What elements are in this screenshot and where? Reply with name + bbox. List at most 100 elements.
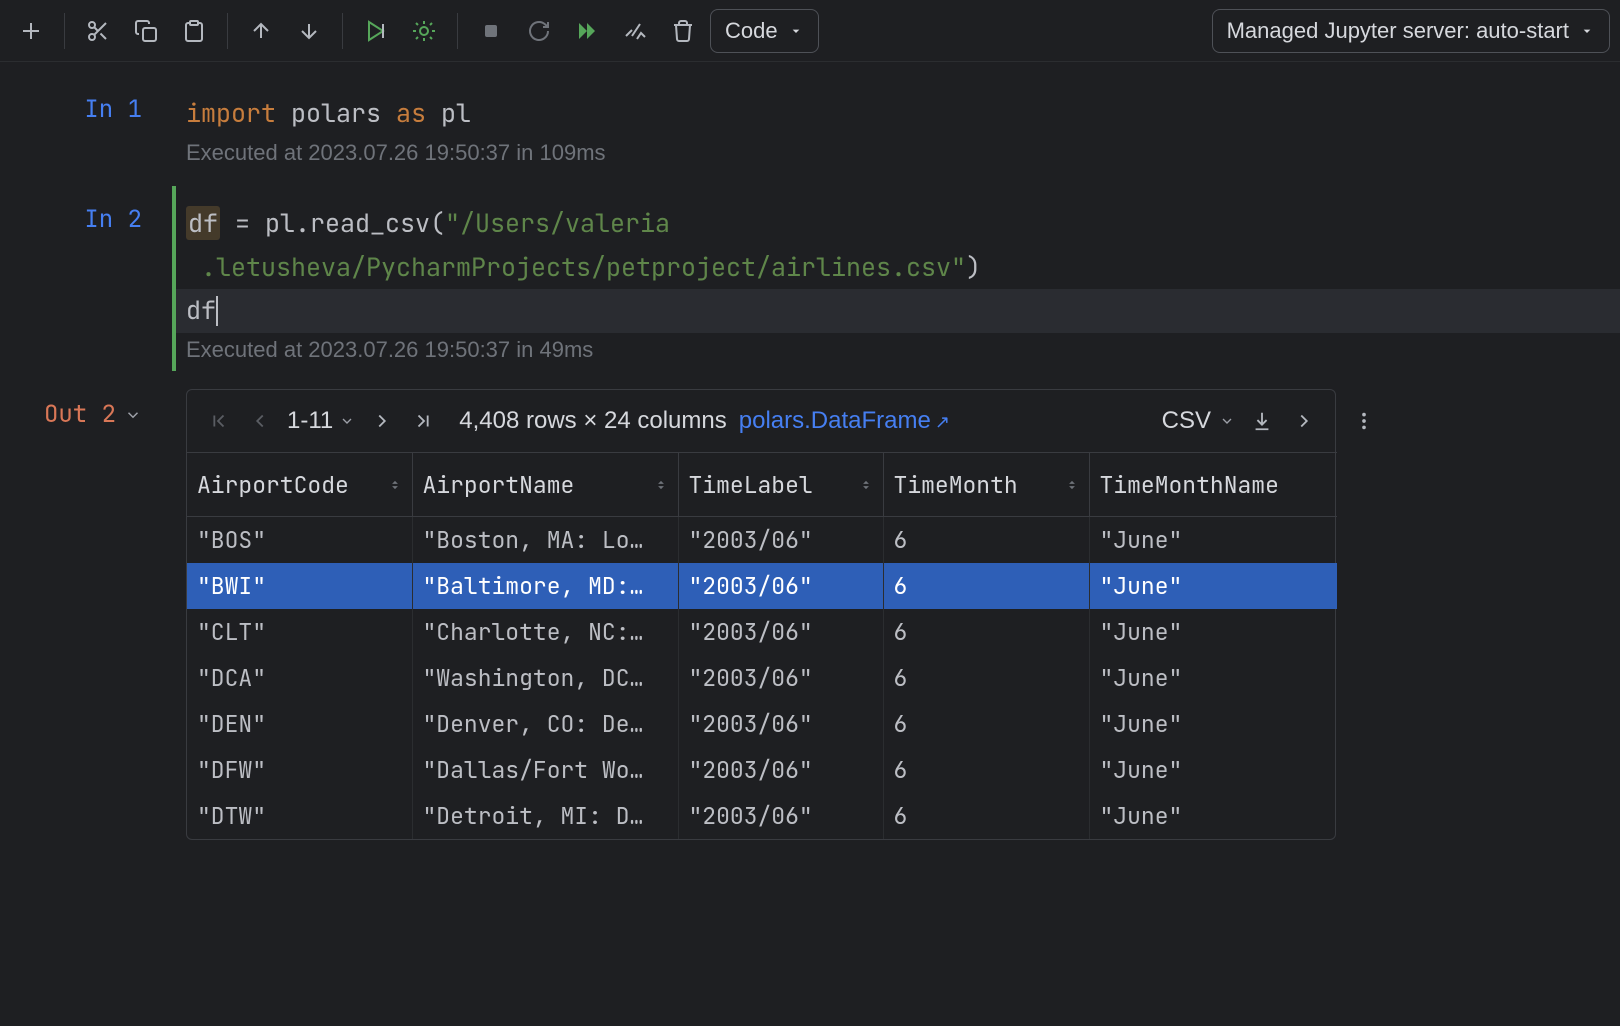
table-cell[interactable]: 6 [883, 517, 1089, 563]
table-cell[interactable]: "June" [1089, 793, 1337, 839]
table-row[interactable]: "CLT""Charlotte, NC:…"2003/06"6"June" [187, 609, 1337, 655]
restart-button[interactable] [518, 10, 560, 52]
table-cell[interactable]: "June" [1089, 747, 1337, 793]
table-row[interactable]: "BWI""Baltimore, MD:…"2003/06"6"June" [187, 563, 1337, 609]
delete-cell-button[interactable] [662, 10, 704, 52]
dataframe-type-link[interactable]: polars.DataFrame↗ [739, 407, 950, 435]
move-down-button[interactable] [288, 10, 330, 52]
table-cell[interactable]: "June" [1089, 517, 1337, 563]
copy-button[interactable] [125, 10, 167, 52]
column-header[interactable]: TimeMonth [883, 453, 1089, 517]
separator [342, 13, 343, 49]
table-cell[interactable]: 6 [883, 655, 1089, 701]
chevron-down-icon [1219, 413, 1235, 429]
stop-button[interactable] [470, 10, 512, 52]
separator [457, 13, 458, 49]
table-cell[interactable]: "2003/06" [678, 655, 883, 701]
cell-in-1[interactable]: In 1 import polars as pl Executed at 202… [0, 76, 1620, 174]
debug-button[interactable] [403, 10, 445, 52]
table-cell[interactable]: "DEN" [187, 701, 412, 747]
table-cell[interactable]: "Charlotte, NC:… [412, 609, 678, 655]
table-cell[interactable]: "Dallas/Fort Wo… [412, 747, 678, 793]
column-header[interactable]: TimeLabel [678, 453, 883, 517]
table-cell[interactable]: "2003/06" [678, 747, 883, 793]
code-line[interactable]: import polars as pl [186, 92, 1620, 136]
table-cell[interactable]: "DFW" [187, 747, 412, 793]
table-cell[interactable]: 6 [883, 701, 1089, 747]
run-cell-button[interactable] [355, 10, 397, 52]
clear-outputs-button[interactable] [614, 10, 656, 52]
text-cursor [216, 296, 218, 326]
table-row[interactable]: "DFW""Dallas/Fort Wo…"2003/06"6"June" [187, 747, 1337, 793]
add-cell-button[interactable] [10, 10, 52, 52]
cell-type-select[interactable]: Code [710, 9, 819, 53]
table-cell[interactable]: "Baltimore, MD:… [412, 563, 678, 609]
separator [227, 13, 228, 49]
notebook-toolbar: Code Managed Jupyter server: auto-start [0, 0, 1620, 62]
code-line[interactable]: .letusheva/PycharmProjects/petproject/ai… [186, 246, 1620, 290]
table-header-row: AirportCode AirportName TimeLabel TimeMo… [187, 453, 1337, 517]
table-cell[interactable]: "DTW" [187, 793, 412, 839]
table-cell[interactable]: 6 [883, 793, 1089, 839]
export-format-select[interactable]: CSV [1162, 407, 1235, 435]
sort-icon [654, 478, 668, 492]
column-header[interactable]: AirportName [412, 453, 678, 517]
table-row[interactable]: "DEN""Denver, CO: De…"2003/06"6"June" [187, 701, 1337, 747]
dataframe-header: 1-11 4,408 rows × 24 columns polars.Data… [187, 390, 1335, 452]
exec-meta: Executed at 2023.07.26 19:50:37 in 109ms [186, 136, 1620, 166]
table-cell[interactable]: "2003/06" [678, 563, 883, 609]
next-page-button[interactable] [367, 410, 397, 432]
cell-out-2: Out 2 1-11 4,408 rows × 24 c [0, 381, 1620, 840]
table-row[interactable]: "BOS""Boston, MA: Lo…"2003/06"6"June" [187, 517, 1337, 563]
table-cell[interactable]: 6 [883, 609, 1089, 655]
table-cell[interactable]: "Boston, MA: Lo… [412, 517, 678, 563]
table-cell[interactable]: "2003/06" [678, 793, 883, 839]
page-range-select[interactable]: 1-11 [287, 407, 355, 435]
table-cell[interactable]: "June" [1089, 563, 1337, 609]
cut-button[interactable] [77, 10, 119, 52]
table-cell[interactable]: "2003/06" [678, 517, 883, 563]
data-table[interactable]: AirportCode AirportName TimeLabel TimeMo… [187, 452, 1337, 839]
code-line[interactable]: df [172, 289, 1620, 333]
table-cell[interactable]: "Detroit, MI: D… [412, 793, 678, 839]
table-cell[interactable]: 6 [883, 563, 1089, 609]
paste-button[interactable] [173, 10, 215, 52]
sort-icon [1065, 478, 1079, 492]
cell-in-2[interactable]: In 2 df = pl.read_csv("/Users/valeria .l… [0, 186, 1620, 372]
run-all-button[interactable] [566, 10, 608, 52]
table-cell[interactable]: "June" [1089, 701, 1337, 747]
server-select[interactable]: Managed Jupyter server: auto-start [1212, 9, 1610, 53]
cell-type-label: Code [725, 18, 778, 44]
last-page-button[interactable] [409, 410, 439, 432]
column-header[interactable]: TimeMonthName [1089, 453, 1337, 517]
download-button[interactable] [1247, 410, 1277, 432]
column-header[interactable]: AirportCode [187, 453, 412, 517]
table-row[interactable]: "DTW""Detroit, MI: D…"2003/06"6"June" [187, 793, 1337, 839]
next-output-button[interactable] [1289, 410, 1319, 432]
table-cell[interactable]: "CLT" [187, 609, 412, 655]
more-menu-icon[interactable] [1353, 410, 1375, 439]
notebook-body: In 1 import polars as pl Executed at 202… [0, 62, 1620, 840]
output-label[interactable]: Out 2 [44, 399, 142, 430]
table-cell[interactable]: "Denver, CO: De… [412, 701, 678, 747]
cell-label: In 2 [84, 204, 142, 235]
table-cell[interactable]: "June" [1089, 609, 1337, 655]
chevron-down-icon [124, 406, 142, 424]
table-cell[interactable]: "BWI" [187, 563, 412, 609]
move-up-button[interactable] [240, 10, 282, 52]
sort-icon [388, 478, 402, 492]
external-link-icon: ↗ [935, 412, 950, 432]
table-cell[interactable]: "2003/06" [678, 701, 883, 747]
first-page-button[interactable] [203, 410, 233, 432]
dataframe-output: 1-11 4,408 rows × 24 columns polars.Data… [186, 389, 1336, 840]
table-row[interactable]: "DCA""Washington, DC…"2003/06"6"June" [187, 655, 1337, 701]
table-cell[interactable]: "BOS" [187, 517, 412, 563]
server-label: Managed Jupyter server: auto-start [1227, 18, 1569, 44]
code-line[interactable]: df = pl.read_csv("/Users/valeria [186, 202, 1620, 246]
table-cell[interactable]: "Washington, DC… [412, 655, 678, 701]
table-cell[interactable]: 6 [883, 747, 1089, 793]
table-cell[interactable]: "June" [1089, 655, 1337, 701]
prev-page-button[interactable] [245, 410, 275, 432]
table-cell[interactable]: "2003/06" [678, 609, 883, 655]
table-cell[interactable]: "DCA" [187, 655, 412, 701]
